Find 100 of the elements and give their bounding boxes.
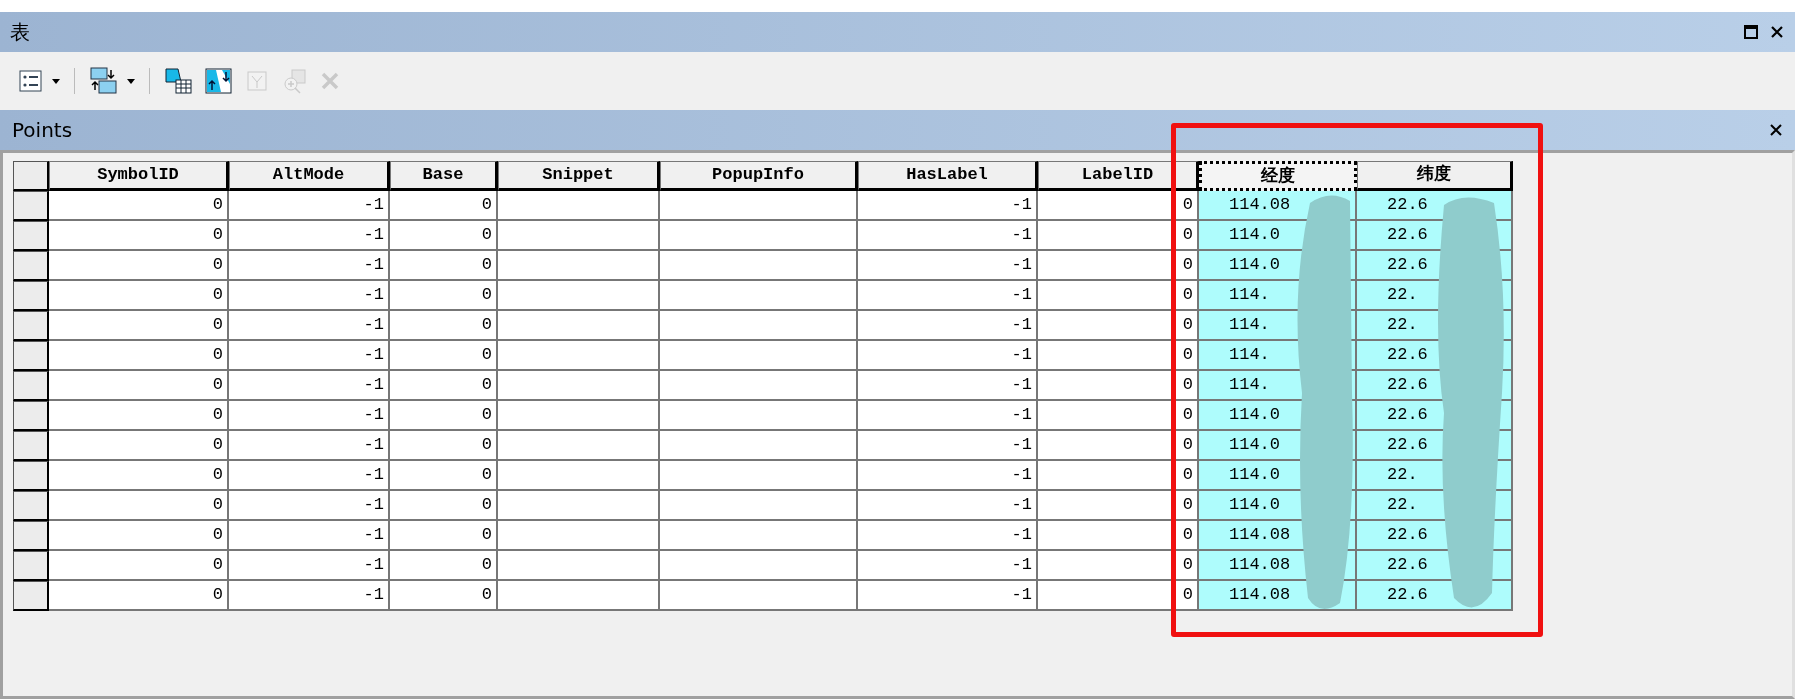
table-cell: -1 <box>858 491 1038 521</box>
table-cell: -1 <box>858 191 1038 221</box>
table-cell: -1 <box>858 401 1038 431</box>
table-cell: 0 <box>390 281 498 311</box>
table-cell: 0 <box>390 431 498 461</box>
window-title: 表 <box>10 18 30 46</box>
table-cell: 0 <box>49 371 229 401</box>
column-header[interactable]: LabelID <box>1038 161 1199 191</box>
close-icon[interactable] <box>1769 123 1783 137</box>
table-cell: 0 <box>49 491 229 521</box>
column-header[interactable]: Snippet <box>498 161 660 191</box>
table-cell: 0 <box>1038 341 1199 371</box>
table-cell: 0 <box>49 251 229 281</box>
table-cell: 0 <box>390 311 498 341</box>
table-cell: -1 <box>229 551 390 581</box>
close-icon[interactable] <box>1769 24 1785 40</box>
table-cell: 0 <box>49 581 229 611</box>
table-cell: -1 <box>858 251 1038 281</box>
table-cell: -1 <box>858 281 1038 311</box>
table-cell: 0 <box>390 371 498 401</box>
row-header[interactable] <box>13 461 49 491</box>
table-cell: 0 <box>1038 581 1199 611</box>
table-cell: 0 <box>390 221 498 251</box>
table-cell: -1 <box>229 431 390 461</box>
table-cell: 0 <box>390 461 498 491</box>
table-cell: -1 <box>229 251 390 281</box>
row-header[interactable] <box>13 401 49 431</box>
table-cell: -1 <box>858 341 1038 371</box>
table-cell: 0 <box>390 191 498 221</box>
column-header[interactable]: PopupInfo <box>660 161 858 191</box>
linked-tables-icon <box>89 66 119 96</box>
table-cell: 0 <box>49 221 229 251</box>
column-header[interactable]: AltMode <box>229 161 390 191</box>
switch-arrows-icon <box>204 66 234 96</box>
row-header[interactable] <box>13 281 49 311</box>
table-cell: 0 <box>49 341 229 371</box>
row-header[interactable] <box>13 551 49 581</box>
row-header[interactable] <box>13 581 49 611</box>
row-header[interactable] <box>13 341 49 371</box>
maximize-icon[interactable] <box>1743 24 1759 40</box>
list-icon <box>18 68 44 94</box>
table-cell: -1 <box>858 461 1038 491</box>
row-header[interactable] <box>13 221 49 251</box>
table-cell: 0 <box>1038 431 1199 461</box>
row-header[interactable] <box>13 191 49 221</box>
table-cell: 0 <box>49 521 229 551</box>
table-cell: 0 <box>390 251 498 281</box>
row-header[interactable] <box>13 371 49 401</box>
table-select-icon <box>164 66 194 96</box>
caret-icon <box>127 78 135 84</box>
table-cell: 0 <box>390 401 498 431</box>
table-cell: 0 <box>1038 371 1199 401</box>
table-cell: -1 <box>858 371 1038 401</box>
table-cell: 0 <box>1038 491 1199 521</box>
table-cell: 0 <box>49 401 229 431</box>
table-cell: -1 <box>858 221 1038 251</box>
table-cell: 0 <box>49 551 229 581</box>
table-cell: -1 <box>858 551 1038 581</box>
row-header[interactable] <box>13 311 49 341</box>
table-cell: -1 <box>229 341 390 371</box>
table-cell: -1 <box>229 311 390 341</box>
table-cell: 0 <box>49 311 229 341</box>
table-cell: 0 <box>1038 401 1199 431</box>
table-cell: 0 <box>1038 281 1199 311</box>
column-header[interactable]: 纬度 <box>1357 161 1513 191</box>
row-header[interactable] <box>13 521 49 551</box>
table-cell: -1 <box>229 521 390 551</box>
table-cell: 0 <box>1038 311 1199 341</box>
table-cell: 0 <box>1038 551 1199 581</box>
table-cell: -1 <box>858 521 1038 551</box>
table-cell: 0 <box>390 341 498 371</box>
row-header[interactable] <box>13 491 49 521</box>
table-cell: -1 <box>229 581 390 611</box>
column-header[interactable]: SymbolID <box>49 161 229 191</box>
table-cell: 0 <box>49 281 229 311</box>
table-cell: 0 <box>1038 191 1199 221</box>
column-header[interactable]: Base <box>390 161 498 191</box>
table-cell: -1 <box>229 371 390 401</box>
table-cell: -1 <box>229 191 390 221</box>
table-cell: 0 <box>1038 251 1199 281</box>
table-cell: 0 <box>49 431 229 461</box>
corner-cell[interactable] <box>13 161 49 191</box>
table-cell: 0 <box>1038 461 1199 491</box>
table-name: Points <box>12 118 73 142</box>
row-header[interactable] <box>13 251 49 281</box>
table-cell: 0 <box>49 461 229 491</box>
table-cell: -1 <box>858 431 1038 461</box>
table-cell: -1 <box>858 581 1038 611</box>
column-header[interactable]: HasLabel <box>858 161 1038 191</box>
column-header[interactable]: 经度 <box>1199 161 1357 191</box>
table-cell: -1 <box>229 461 390 491</box>
table-cell: 0 <box>1038 221 1199 251</box>
table-cell: -1 <box>229 401 390 431</box>
funnel-icon <box>244 68 270 94</box>
table-cell: 0 <box>49 191 229 221</box>
row-header[interactable] <box>13 431 49 461</box>
table-cell: -1 <box>229 221 390 251</box>
table-cell: 0 <box>390 581 498 611</box>
caret-icon <box>52 78 60 84</box>
table-cell: 0 <box>390 491 498 521</box>
